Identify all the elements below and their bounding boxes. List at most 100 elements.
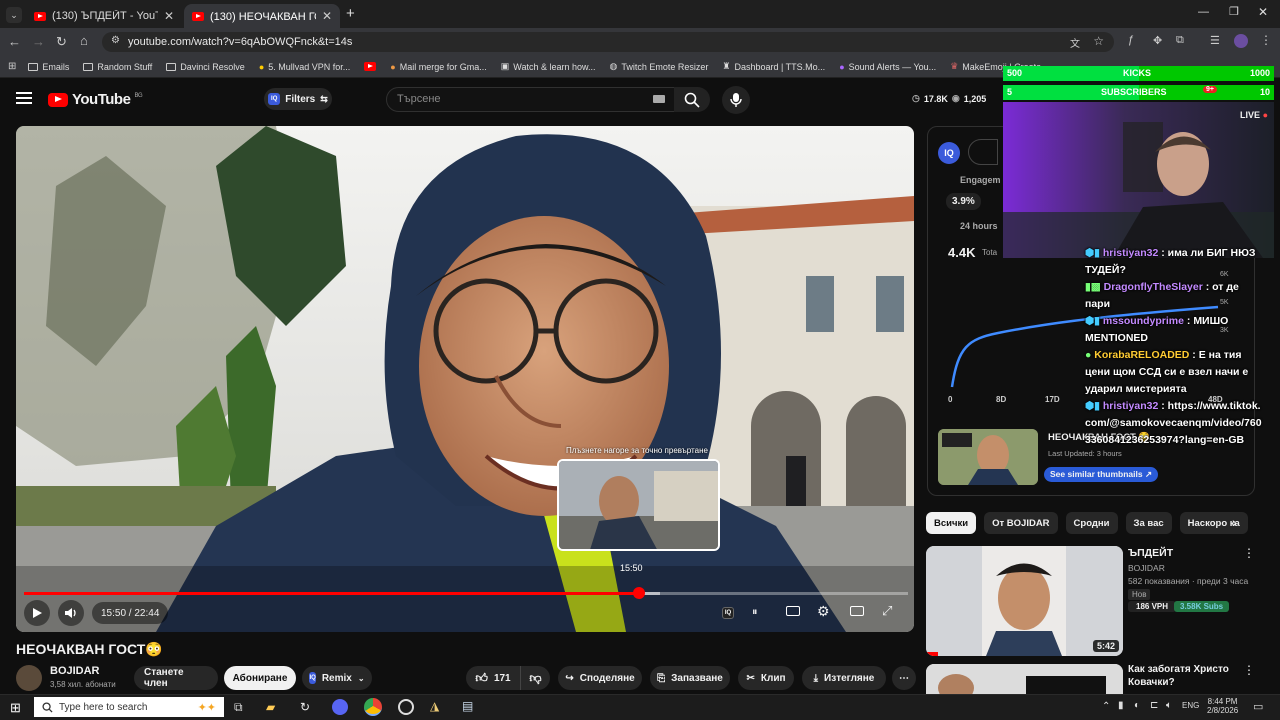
recommendation-channel[interactable]: BOJIDAR: [1128, 563, 1165, 573]
file-explorer-icon[interactable]: ▰: [266, 700, 275, 714]
app-icon[interactable]: ◮: [430, 699, 439, 713]
tray-chevron-icon[interactable]: ⌃: [1102, 701, 1110, 712]
volume-button[interactable]: [58, 600, 84, 626]
subscribe-label: Абониране: [232, 672, 288, 684]
bookmark-mail-merge[interactable]: ● Mail merge for Gma...: [390, 62, 486, 72]
similar-thumbnails-button[interactable]: See similar thumbnails ↗: [1044, 467, 1159, 482]
reload-icon[interactable]: ↻: [56, 34, 67, 50]
chrome-menu-icon[interactable]: ⋮: [1260, 33, 1272, 47]
bookmark-youtube[interactable]: [364, 62, 377, 71]
task-view-icon[interactable]: ⧉: [234, 700, 243, 715]
iq-toggle[interactable]: [968, 139, 998, 165]
like-button[interactable]: 👍︎ 171: [466, 666, 520, 690]
chip-for-you[interactable]: За вас: [1125, 512, 1172, 534]
settings-gear-icon[interactable]: ⚙: [817, 603, 830, 620]
close-tab-icon[interactable]: ✕: [322, 9, 332, 23]
site-info-icon[interactable]: ⚙: [111, 35, 120, 46]
taskbar-search-input[interactable]: Type here to search ✦✦: [34, 697, 224, 717]
extensions-puzzle-icon[interactable]: ⧉: [1176, 34, 1184, 47]
bookmark-davinci[interactable]: Davinci Resolve: [166, 62, 245, 72]
close-tab-icon[interactable]: ✕: [164, 9, 174, 23]
bookmark-emails[interactable]: Emails: [28, 62, 69, 72]
chrome-icon[interactable]: [364, 698, 382, 716]
close-window-icon[interactable]: ✕: [1258, 5, 1268, 19]
apps-grid-icon[interactable]: ⊞: [8, 61, 16, 72]
speaker-icon[interactable]: 🔈︎: [1166, 700, 1172, 711]
fullscreen-icon[interactable]: ⤢: [882, 603, 892, 619]
bookmark-mullvad[interactable]: ● 5. Mullvad VPN for...: [259, 62, 350, 72]
bookmark-twitch-emote[interactable]: ◍ Twitch Emote Resizer: [610, 61, 709, 72]
back-icon[interactable]: ←: [8, 34, 21, 49]
recommendation-thumbnail[interactable]: [926, 664, 1123, 694]
chip-recently[interactable]: Наскоро ка: [1179, 512, 1248, 534]
home-icon[interactable]: ⌂: [80, 33, 88, 48]
chevron-right-icon[interactable]: ›: [1232, 514, 1237, 530]
theater-mode-icon[interactable]: [850, 606, 864, 616]
total-label: Tota: [982, 248, 998, 257]
extension-icon[interactable]: ƒ: [1128, 34, 1134, 46]
recommendation-title[interactable]: Как забогатя Христо Ковачки?: [1128, 663, 1240, 689]
bookmark-random-stuff[interactable]: Random Stuff: [83, 62, 152, 72]
new-tab-icon[interactable]: +: [346, 5, 355, 22]
discord-icon[interactable]: [332, 699, 348, 715]
obs-icon[interactable]: [398, 699, 414, 715]
tab-menu-icon[interactable]: ☰: [1210, 34, 1220, 47]
chip-all[interactable]: Всички: [926, 512, 977, 534]
language-indicator[interactable]: ENG: [1182, 701, 1199, 710]
restore-icon[interactable]: ❐: [1229, 5, 1239, 18]
iq-player-icon[interactable]: IQ: [722, 607, 734, 619]
voice-search-button[interactable]: [722, 86, 750, 114]
hamburger-menu-icon[interactable]: [16, 92, 32, 104]
dislike-button[interactable]: 👎︎: [520, 666, 550, 690]
address-bar[interactable]: ⚙ youtube.com/watch?v=6qAbOWQFnck&t=14s …: [102, 32, 1114, 52]
progress-bar[interactable]: [24, 587, 908, 599]
thumbnail-preview[interactable]: [938, 429, 1038, 485]
share-button[interactable]: ↪ Споделяне: [558, 666, 642, 690]
clock[interactable]: 8:44 PM 2/8/2026: [1207, 697, 1238, 715]
youtube-logo[interactable]: YouTube BG: [48, 91, 143, 108]
tab-update[interactable]: (130) ЪПДЕЙТ - YouTube ✕: [26, 4, 182, 28]
bookmark-star-icon[interactable]: ☆: [1093, 34, 1104, 48]
search-input[interactable]: Търсене: [386, 87, 676, 112]
bookmark-favicon-icon: ●: [258, 61, 265, 72]
bookmark-watch-learn[interactable]: ▣ Watch & learn how...: [501, 61, 596, 72]
recommendation-thumbnail[interactable]: 5:42: [926, 546, 1123, 656]
subscribe-button[interactable]: Абониране: [224, 666, 296, 690]
more-vertical-icon[interactable]: ⋮: [1243, 663, 1255, 677]
tray-app-icon[interactable]: ◐: [1134, 700, 1140, 711]
forward-icon[interactable]: →: [32, 34, 45, 49]
filters-button[interactable]: IQ Filters ⇆: [264, 88, 332, 110]
video-player[interactable]: [16, 126, 914, 632]
minimize-icon[interactable]: —: [1198, 6, 1209, 18]
clip-button[interactable]: ✂ Клип: [738, 666, 794, 690]
play-button[interactable]: [24, 600, 50, 626]
more-vertical-icon[interactable]: ⋮: [1243, 546, 1255, 560]
tray-app-icon[interactable]: ▮: [1118, 700, 1124, 711]
profile-avatar[interactable]: [1234, 34, 1248, 48]
channel-avatar[interactable]: [16, 665, 42, 691]
keyboard-icon[interactable]: [653, 95, 665, 103]
chip-from-channel[interactable]: От BOJIDAR: [984, 512, 1058, 534]
bookmark-sound-alerts[interactable]: ● Sound Alerts — You...: [839, 62, 936, 72]
recommendation-title[interactable]: ЪПДЕЙТ: [1128, 547, 1173, 559]
save-button[interactable]: ⎘ Запазване: [650, 666, 730, 690]
tab-current-video[interactable]: (130) НЕОЧАКВАН ГОСТ😳 - Y ✕: [184, 4, 340, 28]
network-icon[interactable]: ⊏: [1150, 700, 1158, 711]
tab-search-button[interactable]: ⌄: [6, 7, 22, 23]
remix-button[interactable]: IQ Remix ⌄: [302, 666, 372, 690]
windows-start-icon[interactable]: ⊞: [10, 700, 21, 716]
download-button[interactable]: ⤓ Изтегляне: [802, 666, 886, 690]
autoplay-toggle-icon[interactable]: ⏸: [752, 606, 758, 619]
app-icon[interactable]: ▤: [462, 699, 473, 713]
channel-name[interactable]: BOJIDAR: [50, 665, 100, 677]
join-button[interactable]: Станете член: [134, 666, 218, 690]
subtitles-icon[interactable]: [786, 606, 800, 616]
search-button[interactable]: [674, 87, 710, 112]
translate-icon[interactable]: 文: [1070, 35, 1080, 50]
chip-related[interactable]: Сродни: [1065, 512, 1118, 534]
extension-icon[interactable]: ✥: [1153, 34, 1162, 47]
app-icon[interactable]: ↻: [300, 700, 310, 714]
notifications-icon[interactable]: ▭: [1253, 700, 1263, 713]
more-actions-button[interactable]: ⋯: [892, 666, 916, 690]
bookmark-tts[interactable]: ♜ Dashboard | TTS.Mo...: [722, 61, 825, 72]
